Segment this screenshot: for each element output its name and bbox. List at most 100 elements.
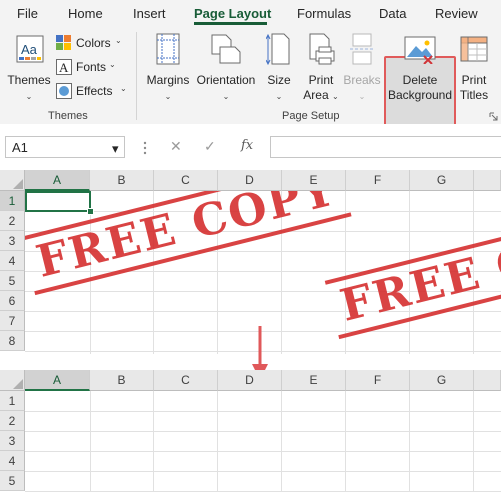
delete-background-label: Delete xyxy=(402,73,438,87)
column-header-a[interactable]: A xyxy=(25,370,90,391)
row-header-8[interactable]: 8 xyxy=(0,331,25,351)
margins-icon xyxy=(156,33,180,65)
tab-review[interactable]: Review xyxy=(435,6,478,21)
size-label: Size xyxy=(267,73,291,87)
tab-formulas[interactable]: Formulas xyxy=(297,6,351,21)
margins-label: Margins xyxy=(146,73,190,87)
dialog-launcher-icon[interactable] xyxy=(489,112,498,121)
column-header-f[interactable]: F xyxy=(346,170,410,191)
print-area-icon xyxy=(309,33,335,65)
size-button[interactable]: Size ⌄ xyxy=(262,30,296,106)
chevron-down-icon: ⌄ xyxy=(358,92,366,101)
colors-button[interactable]: Colors ⌄ xyxy=(56,34,122,52)
fonts-icon: A xyxy=(56,59,72,75)
orientation-label: Orientation xyxy=(196,73,256,87)
themes-icon: Aa xyxy=(16,35,44,63)
colors-label: Colors xyxy=(76,36,111,50)
row-header-5[interactable]: 5 xyxy=(0,271,25,291)
tab-data[interactable]: Data xyxy=(379,6,406,21)
row-header-4[interactable]: 4 xyxy=(0,451,25,471)
grid-line xyxy=(281,391,282,492)
row-header-5[interactable]: 5 xyxy=(0,471,25,491)
effects-button[interactable]: Effects ⌄ xyxy=(56,82,127,100)
chevron-down-icon[interactable]: ▾ xyxy=(112,141,119,157)
chevron-down-icon: ⌄ xyxy=(115,36,122,45)
print-titles-icon xyxy=(460,36,488,62)
column-header-f[interactable]: F xyxy=(346,370,410,391)
insert-function-button[interactable]: fx xyxy=(241,138,253,153)
tab-page-layout[interactable]: Page Layout xyxy=(194,6,271,21)
print-titles-button[interactable]: Print Titles xyxy=(456,30,492,106)
print-titles-label: Print xyxy=(461,73,487,87)
column-header-b[interactable]: B xyxy=(90,370,154,391)
column-header-d[interactable]: D xyxy=(218,170,282,191)
row-header-1[interactable]: 1 xyxy=(0,391,25,411)
column-header-c[interactable]: C xyxy=(154,370,218,391)
themes-label: Themes xyxy=(7,73,51,87)
active-tab-indicator xyxy=(194,22,267,25)
delete-background-button[interactable]: Delete Background xyxy=(386,30,454,106)
grid-line xyxy=(409,391,410,492)
row-header-2[interactable]: 2 xyxy=(0,211,25,231)
column-header-a[interactable]: A xyxy=(25,170,90,191)
print-area-label-line2: Area ⌄ xyxy=(300,88,342,104)
svg-text:A: A xyxy=(59,60,69,75)
tab-file[interactable]: File xyxy=(17,6,38,21)
formula-input[interactable] xyxy=(270,136,501,158)
ribbon: Aa Themes ⌄ Colors ⌄ A Fonts ⌄ Effects ⌄ xyxy=(0,26,501,131)
selected-cell-a1[interactable] xyxy=(25,191,91,212)
delete-background-label-line2: Background xyxy=(387,88,453,102)
orientation-button[interactable]: Orientation ⌄ xyxy=(194,30,258,106)
row-header-7[interactable]: 7 xyxy=(0,311,25,331)
enter-icon[interactable]: ✓ xyxy=(204,138,216,155)
breaks-label: Breaks xyxy=(343,73,381,87)
svg-text:Aa: Aa xyxy=(21,42,38,57)
drag-handle-icon[interactable] xyxy=(143,140,147,156)
row-header-1[interactable]: 1 xyxy=(0,191,25,211)
chevron-down-icon: ⌄ xyxy=(332,92,339,101)
orientation-icon xyxy=(211,34,241,64)
group-divider xyxy=(136,32,137,120)
column-header-e[interactable]: E xyxy=(282,170,346,191)
chevron-down-icon: ⌄ xyxy=(109,60,116,69)
ribbon-tab-bar: File Home Insert Page Layout Formulas Da… xyxy=(0,0,501,26)
select-all-icon xyxy=(13,379,23,389)
tab-home[interactable]: Home xyxy=(68,6,103,21)
group-label-themes: Themes xyxy=(48,110,88,122)
name-box-value: A1 xyxy=(12,140,28,155)
size-icon xyxy=(266,33,290,65)
grid-line xyxy=(25,411,501,412)
margins-button[interactable]: Margins ⌄ xyxy=(144,30,192,106)
fonts-button[interactable]: A Fonts ⌄ xyxy=(56,58,122,76)
print-area-button[interactable]: Print Area ⌄ xyxy=(300,30,342,106)
chevron-down-icon: ⌄ xyxy=(164,92,172,101)
breaks-button[interactable]: Breaks ⌄ xyxy=(342,30,382,106)
chevron-down-icon: ⌄ xyxy=(25,92,33,101)
fill-handle[interactable] xyxy=(87,208,94,215)
column-header-g[interactable]: G xyxy=(410,370,474,391)
name-box[interactable]: A1 ▾ xyxy=(5,136,125,158)
themes-button[interactable]: Aa Themes ⌄ xyxy=(6,30,52,106)
worksheet-grid-without-background[interactable]: A B C D E F G 1 2 3 4 5 xyxy=(0,370,501,492)
grid-line xyxy=(217,391,218,492)
background-stamp-partial: FREE C xyxy=(324,228,501,340)
column-header-e[interactable]: E xyxy=(282,370,346,391)
row-header-3[interactable]: 3 xyxy=(0,231,25,251)
effects-icon xyxy=(56,83,72,99)
cancel-icon[interactable]: ✕ xyxy=(170,138,182,155)
column-header-c[interactable]: C xyxy=(154,170,218,191)
column-header-d[interactable]: D xyxy=(218,370,282,391)
column-header-g[interactable]: G xyxy=(410,170,474,191)
grid-line xyxy=(153,391,154,492)
column-header-partial[interactable] xyxy=(474,170,501,191)
row-header-4[interactable]: 4 xyxy=(0,251,25,271)
row-header-3[interactable]: 3 xyxy=(0,431,25,451)
grid-line xyxy=(25,431,501,432)
row-header-6[interactable]: 6 xyxy=(0,291,25,311)
column-header-partial[interactable] xyxy=(474,370,501,391)
column-header-b[interactable]: B xyxy=(90,170,154,191)
tab-insert[interactable]: Insert xyxy=(133,6,166,21)
row-header-2[interactable]: 2 xyxy=(0,411,25,431)
grid-line xyxy=(25,471,501,472)
fonts-label: Fonts xyxy=(76,60,107,74)
